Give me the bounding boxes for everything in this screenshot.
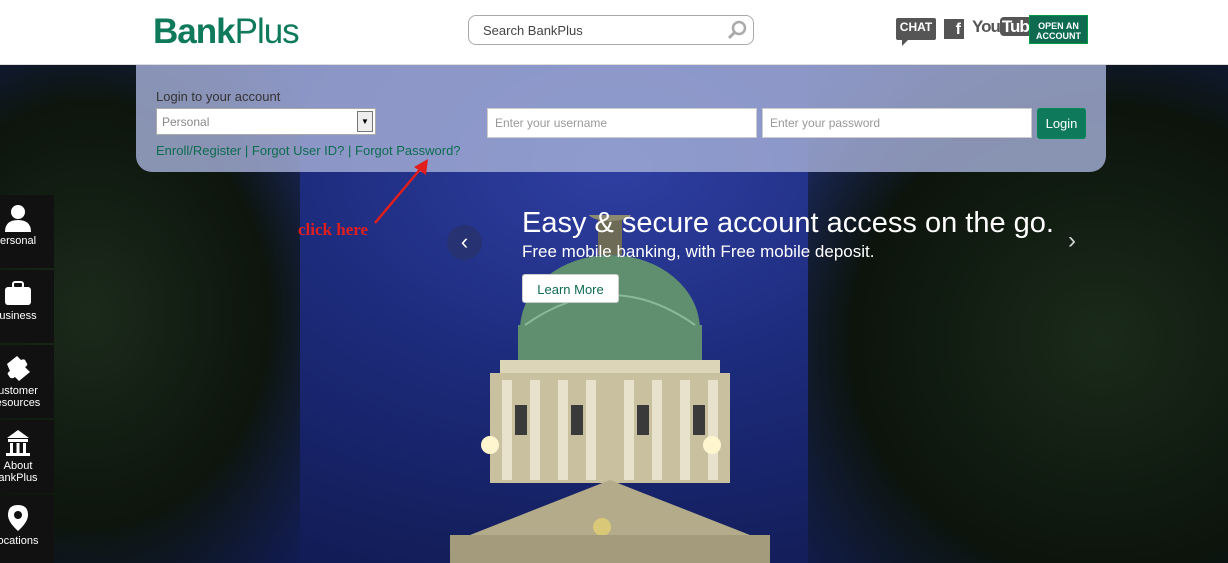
username-field-wrap bbox=[487, 108, 757, 138]
facebook-icon[interactable]: f bbox=[944, 19, 964, 39]
login-panel: Login to your account Personal ▼ Login E… bbox=[136, 65, 1106, 172]
account-type-value: Personal bbox=[162, 115, 210, 129]
sidenav-label: ocations bbox=[0, 535, 39, 547]
account-type-select[interactable]: Personal ▼ bbox=[156, 108, 376, 135]
search-box bbox=[468, 15, 754, 45]
bankplus-logo[interactable]: BankPlus bbox=[153, 12, 300, 52]
capitol-building-image bbox=[450, 215, 770, 563]
login-button[interactable]: Login bbox=[1037, 108, 1086, 139]
person-icon bbox=[5, 205, 31, 232]
search-icon[interactable] bbox=[727, 20, 747, 40]
sidenav-label-line1: ustomer bbox=[0, 385, 38, 397]
slider-next-button[interactable]: › bbox=[1068, 227, 1088, 257]
sidenav-item-about[interactable]: About ankPlus bbox=[0, 420, 54, 493]
sidenav-label: usiness bbox=[0, 310, 37, 322]
side-navigation: ersonal usiness ustomer esources About ank… bbox=[0, 195, 54, 563]
chat-icon[interactable]: CHAT bbox=[896, 18, 936, 46]
sidenav-label: ersonal bbox=[0, 235, 37, 247]
youtube-you-text: You bbox=[972, 17, 1001, 36]
site-header: BankPlus CHAT f YouTube OPEN AN ACCOUNT bbox=[0, 0, 1228, 65]
sidenav-label-line2: esources bbox=[0, 397, 41, 409]
slide-subtitle: Free mobile banking, with Free mobile de… bbox=[522, 242, 875, 261]
logo-plus-text: Plus bbox=[234, 12, 300, 51]
open-account-line1: OPEN AN bbox=[1038, 21, 1079, 31]
enroll-register-link[interactable]: Enroll/Register bbox=[156, 143, 241, 158]
logo-bank-text: Bank bbox=[153, 12, 236, 51]
building-icon bbox=[6, 430, 30, 456]
open-account-line2: ACCOUNT bbox=[1036, 31, 1081, 41]
sidenav-label-line1: About bbox=[3, 460, 33, 472]
dropdown-arrow-icon[interactable]: ▼ bbox=[357, 111, 373, 132]
search-input[interactable] bbox=[483, 23, 713, 38]
link-separator: | bbox=[244, 143, 249, 158]
annotation-arrow-icon bbox=[374, 159, 428, 224]
password-field-wrap bbox=[762, 108, 1032, 138]
password-input[interactable] bbox=[763, 109, 1031, 137]
sidenav-label: ustomer esources bbox=[0, 385, 48, 409]
link-separator: | bbox=[348, 143, 352, 158]
sidenav-item-customer-resources[interactable]: ustomer esources bbox=[0, 345, 54, 418]
open-account-button[interactable]: OPEN AN ACCOUNT bbox=[1029, 15, 1088, 44]
puzzle-icon bbox=[7, 356, 30, 381]
sidenav-item-locations[interactable]: ocations bbox=[0, 495, 54, 563]
sidenav-label: About ankPlus bbox=[0, 460, 48, 484]
slide-title: Easy & secure account access on the go. bbox=[522, 207, 1054, 239]
login-title: Login to your account bbox=[156, 89, 281, 104]
map-pin-icon bbox=[8, 505, 28, 531]
slider-prev-button[interactable]: ‹ bbox=[447, 225, 482, 260]
briefcase-icon bbox=[5, 281, 31, 305]
username-input[interactable] bbox=[488, 109, 756, 137]
sidenav-item-personal[interactable]: ersonal bbox=[0, 195, 54, 268]
click-here-annotation: click here bbox=[298, 220, 369, 239]
forgot-user-id-link[interactable]: Forgot User ID? bbox=[252, 143, 344, 158]
sidenav-label-line2: ankPlus bbox=[0, 472, 38, 484]
sidenav-item-business[interactable]: usiness bbox=[0, 270, 54, 343]
learn-more-button[interactable]: Learn More bbox=[522, 274, 619, 303]
